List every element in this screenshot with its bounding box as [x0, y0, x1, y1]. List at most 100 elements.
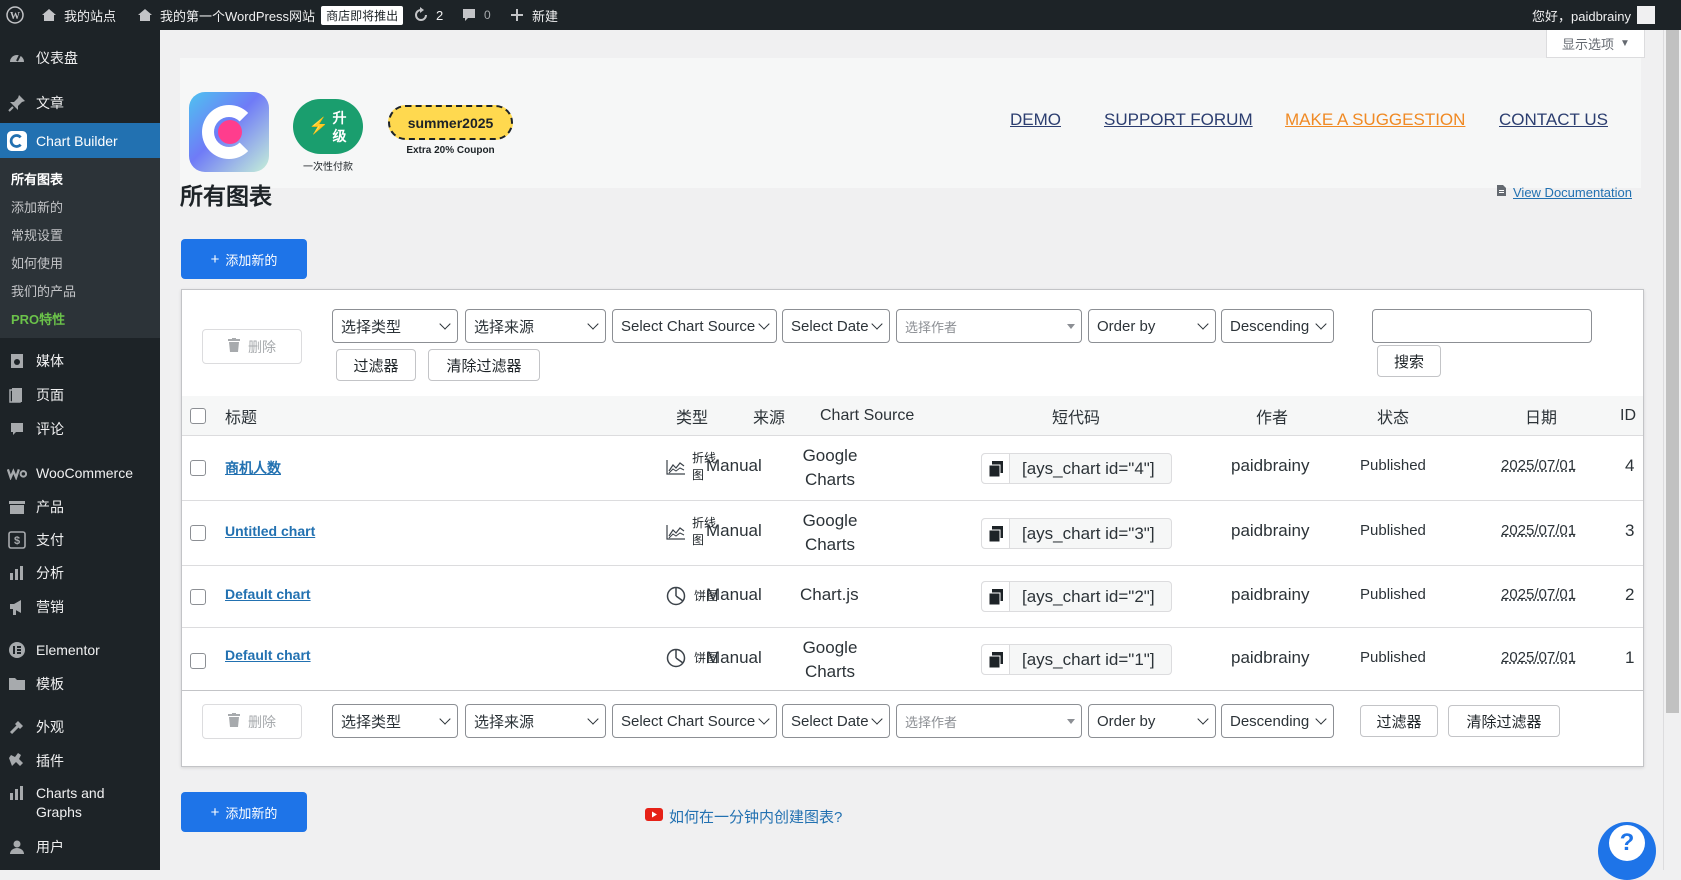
my-sites-menu[interactable]: 我的站点 — [40, 0, 116, 30]
sidebar-item-chart-builder[interactable]: Chart Builder — [0, 123, 160, 158]
sidebar-item-analytics[interactable]: 分析 — [0, 556, 160, 590]
sidebar-item-appearance[interactable]: 外观 — [0, 710, 160, 744]
row-checkbox[interactable] — [190, 653, 206, 669]
chart-title-link[interactable]: Untitled chart — [225, 523, 315, 539]
sidebar-item-media[interactable]: 媒体 — [0, 344, 160, 378]
sidebar-item-pages[interactable]: 页面 — [0, 378, 160, 412]
chart-author: paidbrainy — [1231, 456, 1310, 475]
source-filter-select-bottom[interactable]: 选择来源 — [465, 704, 606, 738]
filter-button-top[interactable]: 过滤器 — [336, 349, 416, 381]
sidebar-item-woocommerce[interactable]: WooCommerce — [0, 456, 160, 490]
sidebar-item-marketing[interactable]: 营销 — [0, 590, 160, 624]
chart-title-link[interactable]: Default chart — [225, 647, 311, 663]
bulk-delete-button-bottom[interactable]: 删除 — [202, 704, 302, 739]
account-menu[interactable]: 您好，paidbrainy — [1532, 0, 1655, 30]
chart-title-link[interactable]: 商机人数 — [225, 458, 281, 478]
type-filter-select[interactable]: 选择类型 — [332, 309, 458, 343]
store-coming-soon-badge[interactable]: 商店即将推出 — [321, 5, 404, 25]
submenu-all-charts[interactable]: 所有图表 — [11, 169, 63, 188]
order-by-value: Order by — [1097, 712, 1156, 730]
date-filter-select-bottom[interactable]: Select Date — [782, 704, 890, 738]
scrollbar-thumb[interactable] — [1666, 30, 1679, 713]
main-content: 显示选项 ▼ ⚡ 升级 一次性付款 summer2025 Extra 20% C… — [160, 30, 1663, 870]
new-content-button[interactable]: 新建 — [508, 0, 558, 30]
add-new-button-bottom[interactable]: + 添加新的 — [181, 792, 307, 832]
chart-source-filter-select-bottom[interactable]: Select Chart Source — [612, 704, 777, 738]
search-button[interactable]: 搜索 — [1377, 345, 1441, 377]
row-checkbox[interactable] — [190, 525, 206, 541]
author-filter-select[interactable]: 选择作者 — [896, 309, 1082, 343]
sidebar-item-templates[interactable]: 模板 — [0, 667, 160, 701]
author-filter-select-bottom[interactable]: 选择作者 — [896, 704, 1082, 738]
row-checkbox[interactable] — [190, 460, 206, 476]
plus-icon — [508, 6, 526, 24]
table-row: 商机人数 折线图 Manual Google Charts [ays_chart… — [182, 435, 1643, 500]
make-suggestion-link[interactable]: MAKE A SUGGESTION — [1285, 110, 1465, 130]
submenu-general-settings[interactable]: 常规设置 — [11, 225, 63, 244]
clear-filter-button-top[interactable]: 清除过滤器 — [428, 349, 540, 381]
column-id-header[interactable]: ID — [1620, 396, 1636, 435]
sidebar-item-label: Chart Builder — [36, 132, 118, 149]
comments-button[interactable]: 0 — [460, 0, 491, 30]
copy-icon[interactable] — [982, 645, 1010, 674]
shortcode-text[interactable]: [ays_chart id="4"] — [1022, 459, 1155, 479]
filter-button-bottom[interactable]: 过滤器 — [1360, 705, 1438, 737]
shortcode-text[interactable]: [ays_chart id="3"] — [1022, 524, 1155, 544]
submenu-how-to-use[interactable]: 如何使用 — [11, 253, 63, 272]
wordpress-logo-button[interactable]: W — [6, 0, 24, 30]
order-by-select[interactable]: Order by — [1088, 309, 1216, 343]
copy-icon[interactable] — [982, 454, 1010, 483]
caret-down-icon — [1067, 719, 1075, 724]
chart-source-filter-select[interactable]: Select Chart Source — [612, 309, 777, 343]
type-filter-value: 选择类型 — [341, 713, 402, 731]
clear-filter-button-bottom[interactable]: 清除过滤器 — [1448, 705, 1560, 737]
sidebar-item-charts-and-graphs[interactable]: Charts and Graphs — [0, 783, 160, 823]
site-name-label: 我的第一个WordPress网站 — [160, 8, 316, 24]
bulk-delete-button-top[interactable]: 删除 — [202, 329, 302, 364]
submenu-our-products[interactable]: 我们的产品 — [11, 281, 76, 300]
demo-link[interactable]: DEMO — [1010, 110, 1061, 130]
date-filter-select[interactable]: Select Date — [782, 309, 890, 343]
select-all-checkbox[interactable] — [190, 408, 206, 424]
support-forum-link[interactable]: SUPPORT FORUM — [1104, 110, 1253, 130]
elementor-icon — [7, 640, 27, 660]
copy-icon[interactable] — [982, 582, 1010, 611]
sidebar-item-elementor[interactable]: Elementor — [0, 633, 160, 667]
copy-icon[interactable] — [982, 519, 1010, 548]
upgrade-button[interactable]: ⚡ 升级 — [293, 99, 363, 154]
order-direction-select-bottom[interactable]: Descending — [1221, 704, 1334, 738]
contact-us-link[interactable]: CONTACT US — [1499, 110, 1608, 130]
sidebar-item-plugins[interactable]: 插件 — [0, 744, 160, 778]
trash-icon — [228, 713, 240, 730]
sidebar-item-products[interactable]: 产品 — [0, 490, 160, 524]
coupon-badge[interactable]: summer2025 — [388, 105, 513, 140]
help-button[interactable]: ? — [1598, 822, 1656, 880]
search-input[interactable] — [1372, 309, 1592, 343]
add-new-button-top[interactable]: + 添加新的 — [181, 239, 307, 279]
updates-button[interactable]: 2 — [412, 0, 443, 30]
order-direction-select[interactable]: Descending — [1221, 309, 1334, 343]
submenu-add-new[interactable]: 添加新的 — [11, 197, 63, 216]
comments-count: 0 — [484, 8, 491, 22]
chart-title-link[interactable]: Default chart — [225, 586, 311, 602]
order-by-select-bottom[interactable]: Order by — [1088, 704, 1216, 738]
shortcode-text[interactable]: [ays_chart id="2"] — [1022, 587, 1155, 607]
chart-date: 2025/07/01 — [1501, 586, 1577, 603]
page-scrollbar[interactable] — [1663, 30, 1681, 870]
sidebar-item-payments[interactable]: $ 支付 — [0, 523, 160, 557]
site-name-menu[interactable]: 我的第一个WordPress网站 商店即将推出 — [136, 0, 404, 30]
submenu-pro-features[interactable]: PRO特性 — [11, 309, 65, 328]
shortcode-box: [ays_chart id="4"] — [981, 453, 1172, 484]
shortcode-text[interactable]: [ays_chart id="1"] — [1022, 650, 1155, 670]
sidebar-item-users[interactable]: 用户 — [0, 830, 160, 864]
view-documentation-link[interactable]: View Documentation — [1496, 184, 1632, 200]
sidebar-item-comments[interactable]: 评论 — [0, 412, 160, 446]
sidebar-item-dashboard[interactable]: 仪表盘 — [0, 40, 160, 76]
row-checkbox[interactable] — [190, 589, 206, 605]
source-filter-select[interactable]: 选择来源 — [465, 309, 606, 343]
type-filter-select-bottom[interactable]: 选择类型 — [332, 704, 458, 738]
sidebar-item-posts[interactable]: 文章 — [0, 85, 160, 121]
column-title-header[interactable]: 标题 — [225, 396, 257, 435]
screen-options-button[interactable]: 显示选项 ▼ — [1546, 30, 1645, 58]
tutorial-video-link[interactable]: 如何在一分钟内创建图表? — [645, 806, 842, 827]
